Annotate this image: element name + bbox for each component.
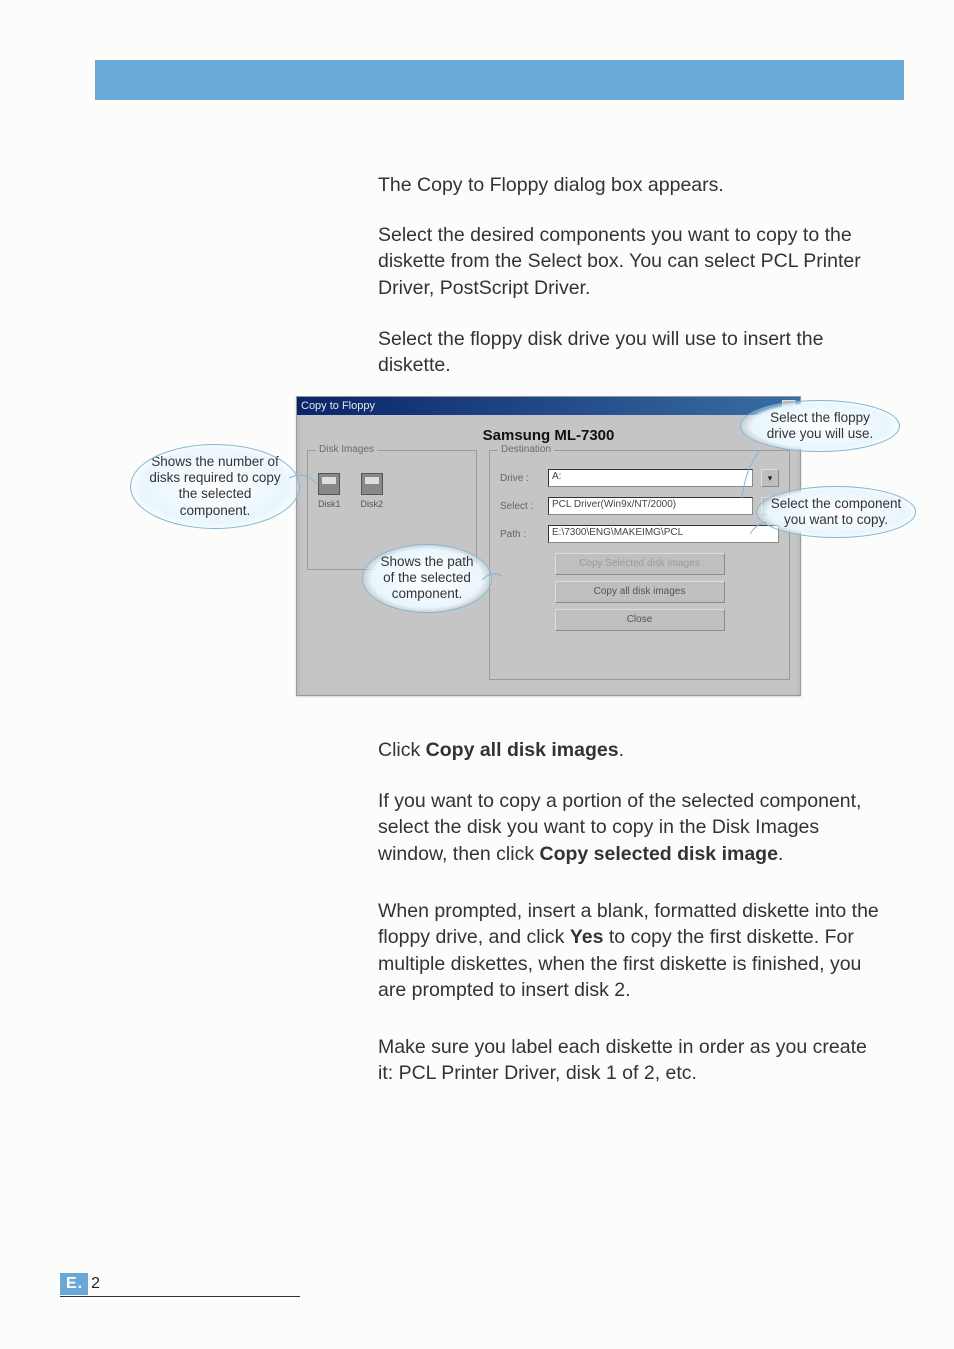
callout-disks: Shows the number of disks required to co…	[130, 444, 300, 529]
callout-tail	[748, 520, 768, 536]
paragraph-copy-portion: If you want to copy a portion of the sel…	[378, 788, 882, 867]
floppy-icon	[318, 473, 340, 495]
callout-drive: Select the floppy drive you will use.	[740, 400, 900, 452]
footer-section: E.	[60, 1273, 88, 1295]
groupbox-legend-disk-images: Disk Images	[316, 444, 377, 455]
paragraph-prompt: When prompted, insert a blank, formatted…	[378, 898, 882, 1003]
paragraph-intro: The Copy to Floppy dialog box appears.	[378, 172, 882, 198]
paragraph-click-copy-all: Click Copy all disk images.	[378, 737, 882, 763]
groupbox-legend-destination: Destination	[498, 444, 554, 455]
bold-copy-all: Copy all disk images	[426, 739, 619, 761]
dialog-titlebar: Copy to Floppy ×	[297, 397, 800, 415]
dialog-title: Copy to Floppy	[301, 400, 375, 412]
copy-selected-button[interactable]: Copy Selected disk images	[555, 553, 725, 575]
copy-all-button[interactable]: Copy all disk images	[555, 581, 725, 603]
label-drive: Drive :	[500, 473, 540, 484]
disk-image-2[interactable]: Disk2	[361, 473, 384, 509]
callout-path: Shows the path of the selected component…	[362, 544, 492, 613]
disk-image-1[interactable]: Disk1	[318, 473, 341, 509]
paragraph-select-drive: Select the floppy disk drive you will us…	[378, 326, 882, 379]
text-fragment: .	[778, 843, 783, 865]
text-fragment: .	[619, 739, 624, 761]
floppy-icon	[361, 473, 383, 495]
text-fragment: Click	[378, 739, 426, 761]
page-header-band	[95, 60, 904, 100]
callout-tail	[289, 472, 319, 490]
path-field[interactable]: E:\7300\ENG\MAKEIMG\PCL	[548, 525, 779, 543]
disk-label: Disk1	[318, 499, 341, 509]
drive-select[interactable]: A:	[548, 469, 753, 487]
bold-yes: Yes	[570, 926, 604, 948]
paragraph-label-note: Make sure you label each diskette in ord…	[378, 1034, 882, 1087]
footer-page: 2	[88, 1275, 100, 1293]
page-footer-tag: E.2	[60, 1273, 100, 1295]
paragraph-select-components: Select the desired components you want t…	[378, 222, 882, 301]
bold-copy-selected: Copy selected disk image	[540, 843, 778, 865]
close-button[interactable]: Close	[555, 609, 725, 631]
callout-tail	[482, 570, 504, 586]
label-select: Select :	[500, 501, 540, 512]
callout-component: Select the component you want to copy.	[756, 486, 916, 538]
disk-label: Disk2	[361, 499, 384, 509]
footer-rule	[60, 1296, 300, 1297]
label-path: Path :	[500, 529, 540, 540]
component-select[interactable]: PCL Driver(Win9x/NT/2000)	[548, 497, 753, 515]
